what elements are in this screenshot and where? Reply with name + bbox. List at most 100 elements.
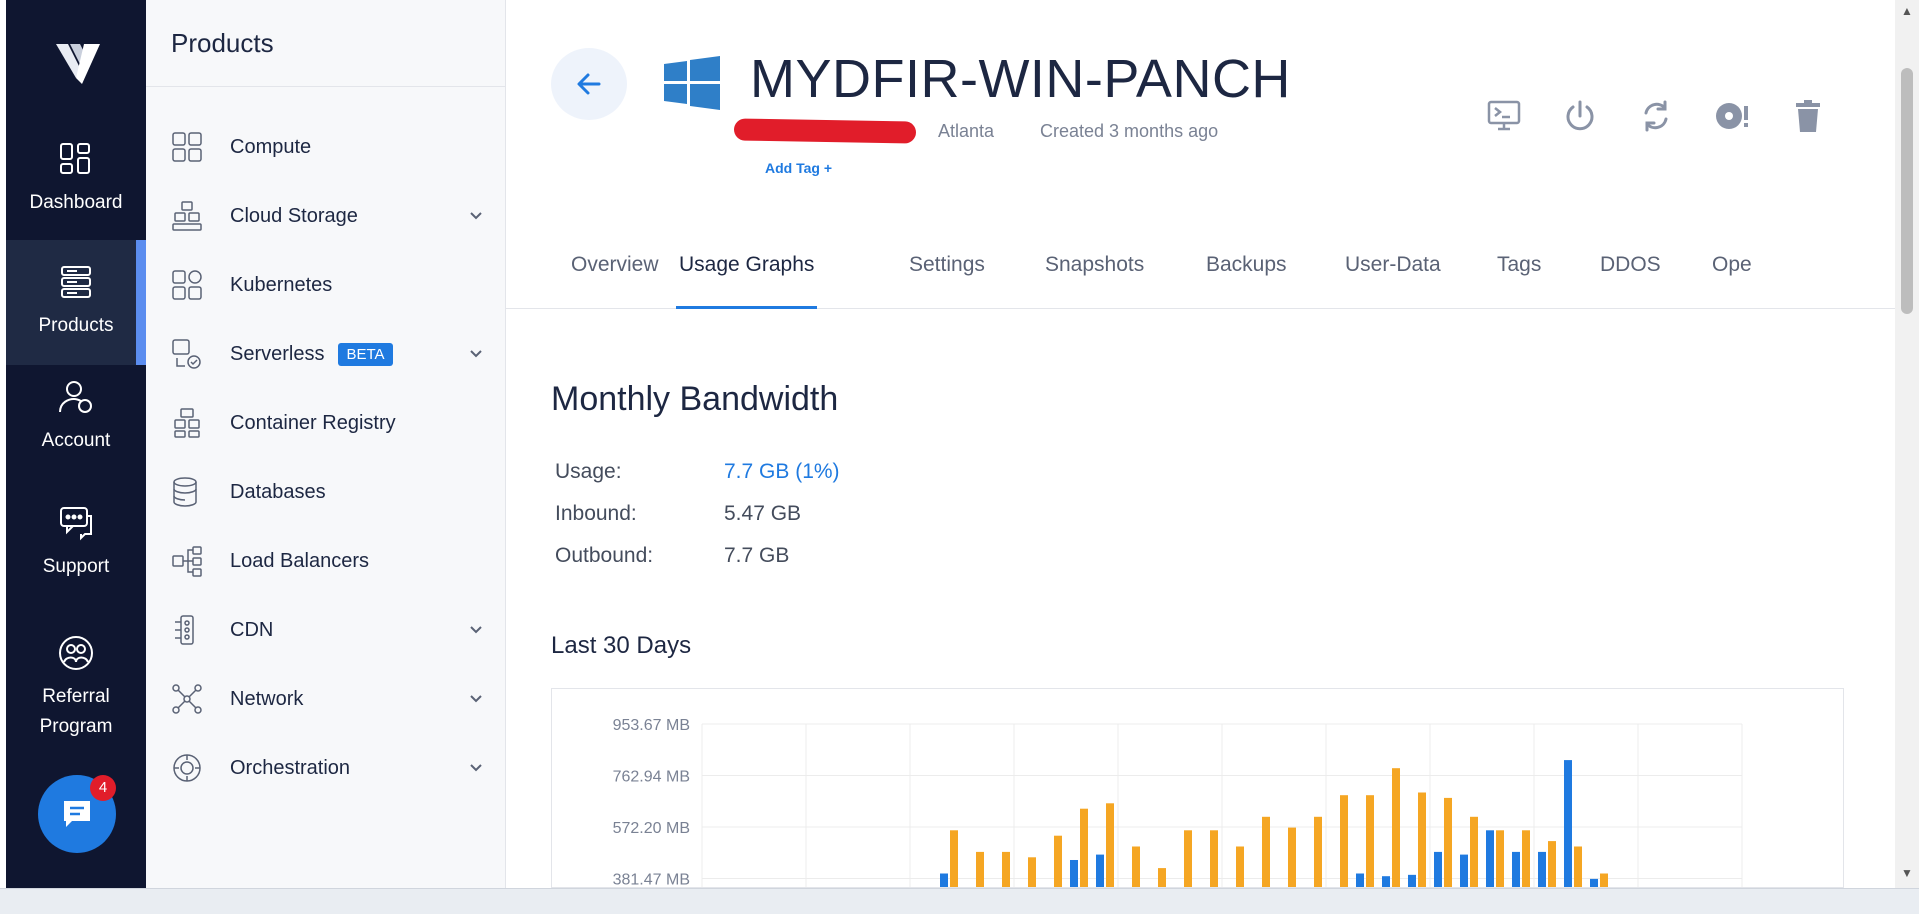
tab-user-data[interactable]: User-Data	[1345, 253, 1441, 309]
outbound-bar[interactable]	[950, 830, 958, 888]
rail-item-label: Support	[42, 556, 110, 577]
inbound-bar[interactable]	[1486, 830, 1494, 888]
stat-row-outbound: Outbound: 7.7 GB	[555, 544, 840, 586]
vultr-logo[interactable]	[52, 38, 104, 88]
chat-icon	[64, 801, 90, 827]
rail-item-account[interactable]: Account	[6, 378, 146, 478]
outbound-bar[interactable]	[1106, 803, 1114, 888]
cloud-storage-icon	[172, 201, 202, 231]
chat-button[interactable]: 4	[38, 775, 116, 853]
outbound-bar[interactable]	[1522, 830, 1530, 888]
menu-item-label: Load Balancers	[230, 549, 369, 572]
outbound-bar[interactable]	[1340, 795, 1348, 888]
rail-item-dashboard[interactable]: Dashboard	[6, 140, 146, 236]
iso-icon[interactable]	[1714, 98, 1750, 134]
outbound-bar[interactable]	[1054, 835, 1062, 888]
tab-overview[interactable]: Overview	[571, 253, 659, 309]
outbound-bar[interactable]	[1288, 827, 1296, 888]
menu-item-label: Kubernetes	[230, 273, 333, 296]
tab-backups[interactable]: Backups	[1206, 253, 1287, 309]
rail-item-products[interactable]: Products	[6, 240, 146, 365]
outbound-bar[interactable]	[1444, 797, 1452, 888]
scroll-down-icon[interactable]: ▼	[1901, 866, 1913, 880]
inbound-bar[interactable]	[1460, 854, 1468, 888]
trash-icon[interactable]	[1790, 98, 1826, 134]
os-taskbar	[0, 888, 1919, 914]
y-tick-label: 762.94 MB	[613, 769, 690, 786]
back-button[interactable]	[551, 48, 627, 120]
stat-label: Outbound:	[555, 544, 654, 567]
menu-item-network[interactable]: Network	[146, 669, 506, 729]
chevron-down-icon	[470, 212, 482, 220]
inbound-bar[interactable]	[1356, 873, 1364, 888]
outbound-bar[interactable]	[1210, 830, 1218, 888]
bandwidth-chart-svg: 953.67 MB 762.94 MB 572.20 MB 381.47 MB	[613, 717, 1743, 888]
stat-value-usage[interactable]: 7.7 GB (1%)	[724, 460, 840, 502]
menu-item-orchestration[interactable]: Orchestration	[146, 738, 506, 798]
redaction-mark	[733, 118, 917, 144]
stat-value-outbound: 7.7 GB	[724, 544, 790, 567]
outbound-bar[interactable]	[1028, 857, 1036, 888]
y-tick-label: 381.47 MB	[613, 872, 690, 888]
compute-icon	[172, 132, 202, 162]
outbound-bar[interactable]	[1392, 768, 1400, 888]
menu-item-kubernetes[interactable]: Kubernetes	[146, 255, 506, 315]
server-created: Created 3 months ago	[1040, 121, 1219, 141]
outbound-bar[interactable]	[1366, 795, 1374, 888]
outbound-bar[interactable]	[1548, 841, 1556, 888]
inbound-bar[interactable]	[1070, 859, 1078, 888]
scrollbar-thumb[interactable]	[1901, 68, 1913, 314]
outbound-bar[interactable]	[1574, 846, 1582, 888]
outbound-bar[interactable]	[1600, 873, 1608, 888]
rail-item-support[interactable]: Support	[6, 504, 146, 604]
restart-icon[interactable]	[1638, 98, 1674, 134]
outbound-bar[interactable]	[1496, 830, 1504, 888]
outbound-bar[interactable]	[1314, 816, 1322, 888]
outbound-bar[interactable]	[1262, 816, 1270, 888]
tab-tags[interactable]: Tags	[1497, 253, 1541, 309]
add-tag-link[interactable]: Add Tag +	[765, 160, 832, 176]
inbound-bar[interactable]	[940, 873, 948, 888]
menu-item-databases[interactable]: Databases	[146, 462, 506, 522]
console-icon[interactable]	[1486, 98, 1522, 134]
outbound-bar[interactable]	[1158, 868, 1166, 888]
menu-item-label: Orchestration	[230, 756, 351, 779]
inbound-bar[interactable]	[1590, 878, 1598, 888]
inbound-bar[interactable]	[1434, 851, 1442, 888]
menu-item-compute[interactable]: Compute	[146, 117, 506, 177]
outbound-bar[interactable]	[1002, 851, 1010, 888]
menu-item-container-registry[interactable]: Container Registry	[146, 393, 506, 453]
serverless-icon	[172, 339, 201, 369]
menu-item-cdn[interactable]: CDN	[146, 600, 506, 660]
menu-item-cloud-storage[interactable]: Cloud Storage	[146, 186, 506, 246]
menu-item-serverless[interactable]: Serverless BETA	[146, 324, 506, 384]
outbound-bar[interactable]	[976, 851, 984, 888]
tab-usage-graphs[interactable]: Usage Graphs	[676, 253, 818, 309]
outbound-bar[interactable]	[1236, 846, 1244, 888]
vertical-scrollbar[interactable]: ▲ ▼	[1895, 0, 1919, 888]
outbound-bar[interactable]	[1132, 846, 1140, 888]
inbound-bar[interactable]	[1564, 760, 1572, 888]
outbound-bar[interactable]	[1418, 792, 1426, 888]
server-actions	[1486, 98, 1826, 134]
outbound-bar[interactable]	[1184, 830, 1192, 888]
tab-ddos[interactable]: DDOS	[1600, 253, 1661, 309]
inbound-bar[interactable]	[1538, 851, 1546, 888]
inbound-bar[interactable]	[1096, 854, 1104, 888]
beta-badge: BETA	[338, 342, 393, 366]
inbound-bar[interactable]	[1512, 851, 1520, 888]
rail-item-referral[interactable]: Referral Program	[6, 634, 146, 754]
inbound-bar[interactable]	[1408, 874, 1416, 888]
outbound-bar[interactable]	[1080, 808, 1088, 888]
outbound-bar[interactable]	[1470, 816, 1478, 888]
main-nav-rail: Dashboard Products Account Support Refer…	[6, 0, 146, 888]
database-icon	[173, 477, 197, 507]
tab-settings[interactable]: Settings	[909, 253, 985, 309]
tab-snapshots[interactable]: Snapshots	[1045, 253, 1144, 309]
menu-item-load-balancers[interactable]: Load Balancers	[146, 531, 506, 591]
inbound-bar[interactable]	[1382, 876, 1390, 888]
scroll-up-icon[interactable]: ▲	[1901, 4, 1913, 18]
tab-more[interactable]: Ope	[1712, 253, 1752, 309]
menu-item-label: Serverless	[230, 342, 325, 365]
power-icon[interactable]	[1562, 98, 1598, 134]
